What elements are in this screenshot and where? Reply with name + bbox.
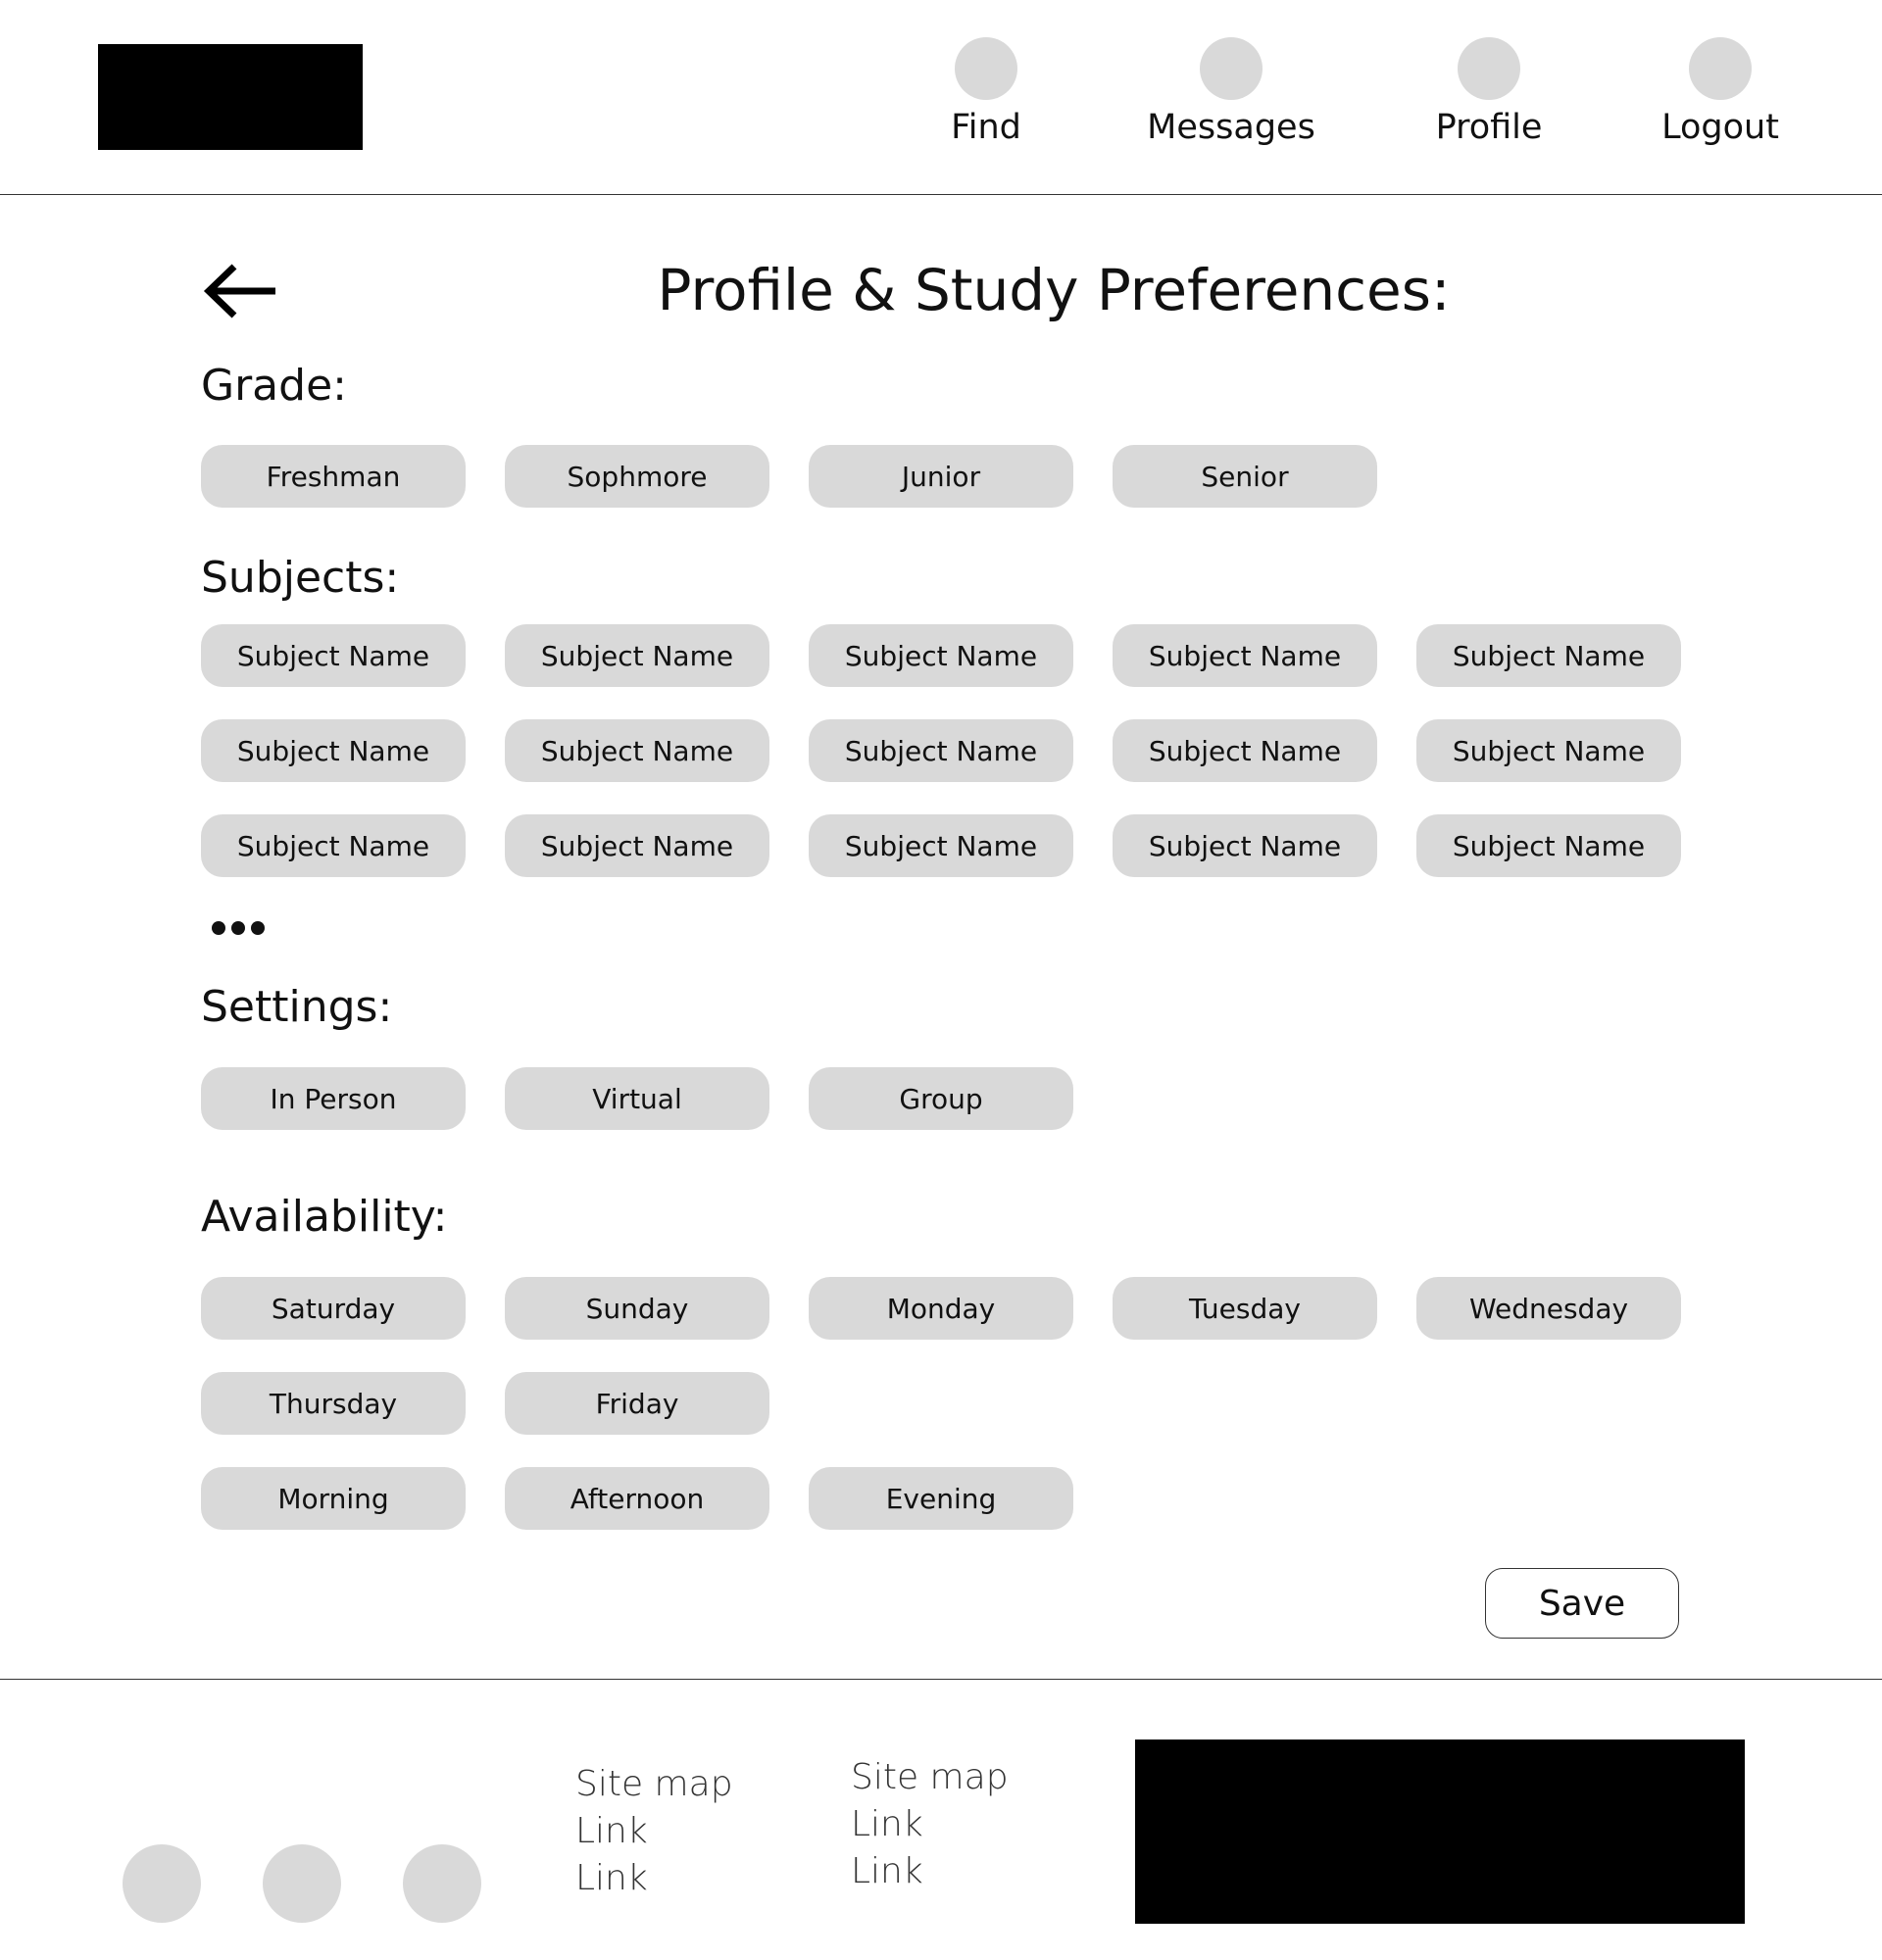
- settings-heading: Settings:: [201, 982, 393, 1032]
- messages-icon: [1200, 37, 1263, 100]
- footer-link[interactable]: Link: [851, 1848, 1009, 1895]
- footer-link[interactable]: Link: [851, 1801, 1009, 1848]
- nav-profile[interactable]: Profile: [1391, 37, 1587, 147]
- time-option-evening[interactable]: Evening: [809, 1467, 1073, 1530]
- day-option-tuesday[interactable]: Tuesday: [1113, 1277, 1377, 1340]
- subject-chip[interactable]: Subject Name: [809, 719, 1073, 782]
- subject-chip[interactable]: Subject Name: [1113, 814, 1377, 877]
- availability-heading: Availability:: [201, 1192, 448, 1242]
- footer-link-site-map[interactable]: Site map: [575, 1761, 733, 1808]
- subject-chip[interactable]: Subject Name: [505, 624, 769, 687]
- subject-chip[interactable]: Subject Name: [1113, 624, 1377, 687]
- nav-logout-label: Logout: [1661, 108, 1779, 147]
- grade-heading: Grade:: [201, 361, 347, 411]
- save-button[interactable]: Save: [1485, 1568, 1679, 1639]
- nav-find[interactable]: Find: [888, 37, 1084, 147]
- subject-chip[interactable]: Subject Name: [809, 814, 1073, 877]
- subject-chip[interactable]: Subject Name: [1113, 719, 1377, 782]
- grade-option-freshman[interactable]: Freshman: [201, 445, 466, 508]
- setting-option-group[interactable]: Group: [809, 1067, 1073, 1130]
- social-icon[interactable]: [263, 1844, 341, 1923]
- day-option-monday[interactable]: Monday: [809, 1277, 1073, 1340]
- nav-profile-label: Profile: [1435, 108, 1543, 147]
- dot: [251, 921, 265, 935]
- day-option-saturday[interactable]: Saturday: [201, 1277, 466, 1340]
- subject-chip[interactable]: Subject Name: [201, 719, 466, 782]
- subject-chip[interactable]: Subject Name: [1416, 814, 1681, 877]
- subject-chip[interactable]: Subject Name: [201, 814, 466, 877]
- subjects-heading: Subjects:: [201, 553, 400, 603]
- dot: [231, 921, 245, 935]
- footer-links-column-2: Site map Link Link: [851, 1754, 1009, 1895]
- subject-chip[interactable]: Subject Name: [505, 814, 769, 877]
- footer-link[interactable]: Link: [575, 1855, 733, 1902]
- footer-links-column-1: Site map Link Link: [575, 1761, 733, 1902]
- time-option-morning[interactable]: Morning: [201, 1467, 466, 1530]
- grade-option-senior[interactable]: Senior: [1113, 445, 1377, 508]
- find-icon: [955, 37, 1017, 100]
- footer-image-placeholder: [1135, 1740, 1745, 1924]
- arrow-left-icon: [203, 264, 275, 318]
- ellipsis-icon[interactable]: [212, 921, 265, 935]
- footer-link[interactable]: Link: [575, 1808, 733, 1855]
- footer-divider: [0, 1679, 1882, 1680]
- day-option-thursday[interactable]: Thursday: [201, 1372, 466, 1435]
- footer-link-site-map[interactable]: Site map: [851, 1754, 1009, 1801]
- nav-messages[interactable]: Messages: [1133, 37, 1329, 147]
- setting-option-in-person[interactable]: In Person: [201, 1067, 466, 1130]
- subject-chip[interactable]: Subject Name: [1416, 624, 1681, 687]
- logout-icon: [1689, 37, 1752, 100]
- page-title: Profile & Study Preferences:: [657, 257, 1451, 323]
- dot: [212, 921, 225, 935]
- back-button[interactable]: [201, 263, 279, 319]
- subject-chip[interactable]: Subject Name: [505, 719, 769, 782]
- time-option-afternoon[interactable]: Afternoon: [505, 1467, 769, 1530]
- header-divider: [0, 194, 1882, 195]
- nav-logout[interactable]: Logout: [1622, 37, 1818, 147]
- logo-placeholder: [98, 44, 363, 150]
- profile-icon: [1458, 37, 1520, 100]
- social-icon[interactable]: [123, 1844, 201, 1923]
- subject-chip[interactable]: Subject Name: [809, 624, 1073, 687]
- day-option-friday[interactable]: Friday: [505, 1372, 769, 1435]
- grade-option-sophmore[interactable]: Sophmore: [505, 445, 769, 508]
- day-option-sunday[interactable]: Sunday: [505, 1277, 769, 1340]
- nav-messages-label: Messages: [1147, 108, 1315, 147]
- social-icon[interactable]: [403, 1844, 481, 1923]
- subject-chip[interactable]: Subject Name: [1416, 719, 1681, 782]
- grade-option-junior[interactable]: Junior: [809, 445, 1073, 508]
- subject-chip[interactable]: Subject Name: [201, 624, 466, 687]
- nav-find-label: Find: [951, 108, 1021, 147]
- day-option-wednesday[interactable]: Wednesday: [1416, 1277, 1681, 1340]
- setting-option-virtual[interactable]: Virtual: [505, 1067, 769, 1130]
